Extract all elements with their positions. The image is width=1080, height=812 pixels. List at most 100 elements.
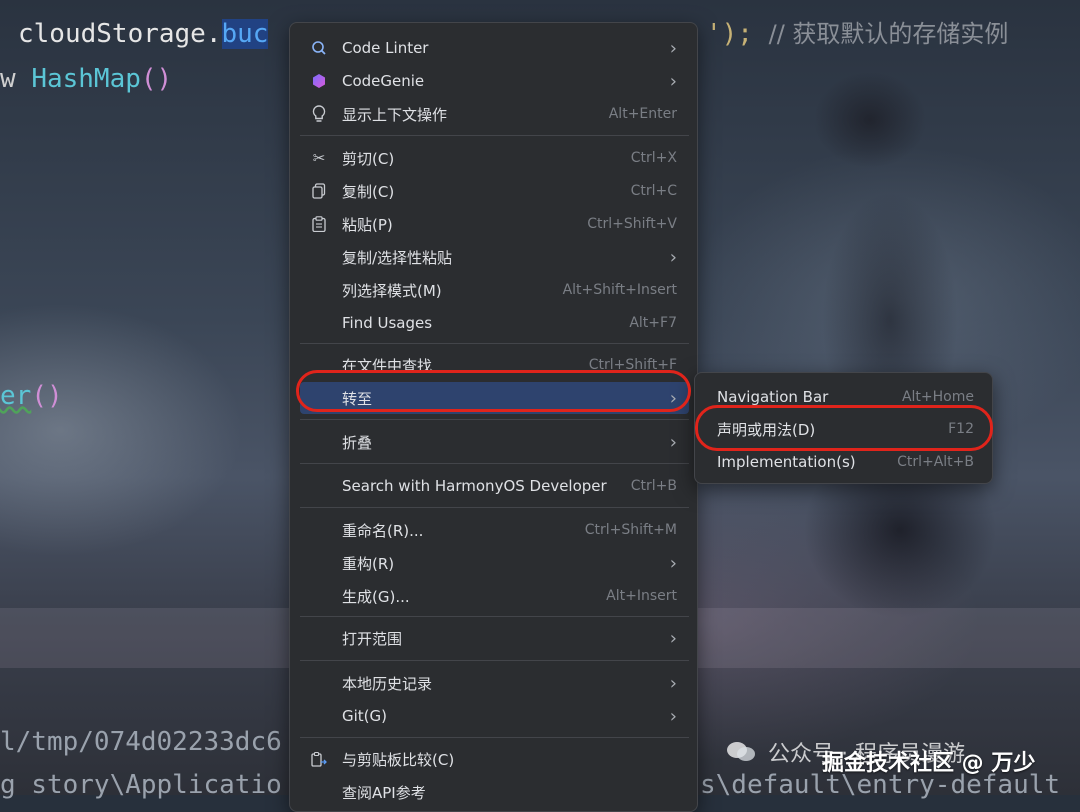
menu-separator <box>300 463 689 464</box>
menu-item-git[interactable]: Git(G) › <box>300 700 689 732</box>
menu-shortcut: Ctrl+Shift+M <box>584 522 677 538</box>
menu-item-find-in-files[interactable]: 在文件中查找 Ctrl+Shift+F <box>300 349 689 381</box>
menu-label: 查阅API参考 <box>342 783 426 802</box>
menu-label: Code Linter <box>342 39 429 57</box>
code-line-1[interactable]: cloudStorage.buc <box>18 19 269 49</box>
menu-label: 列选择模式(M) <box>342 281 442 300</box>
menu-item-code-linter[interactable]: Code Linter › <box>300 32 689 64</box>
code-parens: () <box>31 381 63 411</box>
menu-item-cut[interactable]: ✂ 剪切(C) Ctrl+X <box>300 142 689 174</box>
submenu-item-declaration-or-usages[interactable]: 声明或用法(D) F12 <box>703 413 986 445</box>
lightbulb-icon <box>308 105 330 123</box>
menu-shortcut: Ctrl+Shift+F <box>588 357 677 373</box>
code-keyword: w <box>0 64 16 94</box>
menu-label: Git(G) <box>342 707 387 725</box>
menu-item-column-selection-mode[interactable]: 列选择模式(M) Alt+Shift+Insert <box>300 274 689 306</box>
menu-label: 剪切(C) <box>342 149 395 168</box>
menu-item-open-in[interactable]: 打开范围 › <box>300 622 689 654</box>
menu-label: 折叠 <box>342 433 373 452</box>
code-comment: // 获取默认的存储实例 <box>768 20 1009 48</box>
menu-label: Search with HarmonyOS Developer <box>342 477 607 495</box>
scissors-icon: ✂ <box>312 149 326 167</box>
menu-item-local-history[interactable]: 本地历史记录 › <box>300 667 689 699</box>
copy-icon <box>308 183 330 199</box>
menu-label: 重命名(R)... <box>342 521 424 540</box>
code-class-name: HashMap <box>31 64 141 94</box>
menu-item-copy-paste-special[interactable]: 复制/选择性粘贴 › <box>300 241 689 273</box>
menu-shortcut: Ctrl+Shift+V <box>587 216 677 232</box>
menu-label: 在文件中查找 <box>342 356 433 375</box>
code-object: cloudStorage. <box>18 19 222 49</box>
compare-icon <box>308 751 330 767</box>
submenu-item-navigation-bar[interactable]: Navigation Bar Alt+Home <box>703 381 986 413</box>
menu-shortcut: Alt+Shift+Insert <box>562 282 677 298</box>
menu-item-goto[interactable]: 转至 › <box>300 382 689 414</box>
menu-separator <box>300 660 689 661</box>
menu-item-search-harmonyos[interactable]: Search with HarmonyOS Developer Ctrl+B <box>300 470 689 502</box>
menu-item-paste[interactable]: 粘贴(P) Ctrl+Shift+V <box>300 208 689 240</box>
menu-label: 显示上下文操作 <box>342 105 448 124</box>
menu-item-folding[interactable]: 折叠 › <box>300 426 689 458</box>
menu-item-rename[interactable]: 重命名(R)... Ctrl+Shift+M <box>300 514 689 546</box>
menu-label: 转至 <box>342 389 373 408</box>
menu-label: 复制(C) <box>342 182 395 201</box>
selected-identifier[interactable]: buc <box>221 19 269 49</box>
code-line-1-tail: '); // 获取默认的存储实例 <box>706 19 1008 49</box>
menu-label: 生成(G)... <box>342 587 410 606</box>
menu-shortcut: Alt+Enter <box>608 106 677 122</box>
menu-shortcut: Ctrl+B <box>630 478 677 494</box>
editor-context-menu: Code Linter › CodeGenie › 显示上下文操作 Alt+En… <box>289 22 698 812</box>
code-line-3[interactable]: er() <box>0 381 63 411</box>
menu-label: 本地历史记录 <box>342 674 433 693</box>
menu-item-copy[interactable]: 复制(C) Ctrl+C <box>300 175 689 207</box>
console-path-line: l/tmp/074d02233dc6 <box>0 727 282 757</box>
menu-label: 粘贴(P) <box>342 215 393 234</box>
chevron-right-icon: › <box>669 37 677 59</box>
wechat-icon <box>726 741 756 763</box>
chevron-right-icon: › <box>669 672 677 694</box>
submenu-item-implementations[interactable]: Implementation(s) Ctrl+Alt+B <box>703 446 986 478</box>
chevron-right-icon: › <box>669 246 677 268</box>
menu-separator <box>300 135 689 136</box>
menu-shortcut: Alt+Home <box>901 389 974 405</box>
menu-item-compare-clipboard[interactable]: 与剪贴板比较(C) <box>300 743 689 775</box>
menu-label: CodeGenie <box>342 72 425 90</box>
menu-label: 复制/选择性粘贴 <box>342 248 453 267</box>
menu-separator <box>300 616 689 617</box>
menu-label: Navigation Bar <box>717 388 829 406</box>
menu-shortcut: Ctrl+Alt+B <box>897 454 974 470</box>
menu-separator <box>300 343 689 344</box>
menu-label: Implementation(s) <box>717 453 856 471</box>
code-parens: () <box>140 64 173 94</box>
chevron-right-icon: › <box>669 431 677 453</box>
menu-shortcut: Alt+Insert <box>606 588 677 604</box>
menu-label: 重构(R) <box>342 554 395 573</box>
menu-shortcut: Alt+F7 <box>629 315 677 331</box>
codegenie-icon <box>308 73 330 89</box>
menu-label: 与剪贴板比较(C) <box>342 750 455 769</box>
chevron-right-icon: › <box>669 705 677 727</box>
code-function-call: er <box>0 381 32 411</box>
juejin-watermark: 掘金技术社区 @ 万少 <box>822 751 1036 776</box>
paste-icon <box>308 216 330 232</box>
menu-item-find-usages[interactable]: Find Usages Alt+F7 <box>300 307 689 339</box>
menu-separator <box>300 737 689 738</box>
code-line-2[interactable]: w HashMap() <box>0 64 172 94</box>
menu-item-show-context-actions[interactable]: 显示上下文操作 Alt+Enter <box>300 98 689 130</box>
menu-shortcut: F12 <box>948 421 974 437</box>
menu-shortcut: Ctrl+X <box>630 150 677 166</box>
menu-shortcut: Ctrl+C <box>630 183 677 199</box>
menu-item-codegenie[interactable]: CodeGenie › <box>300 65 689 97</box>
menu-separator <box>300 419 689 420</box>
menu-label: 声明或用法(D) <box>717 420 816 439</box>
goto-submenu: Navigation Bar Alt+Home 声明或用法(D) F12 Imp… <box>694 372 993 484</box>
chevron-right-icon: › <box>669 552 677 574</box>
console-line-left: g story\Applicatio <box>0 770 282 800</box>
code-string-end: '); <box>706 19 753 49</box>
menu-item-api-reference[interactable]: 查阅API参考 <box>300 776 689 808</box>
menu-label: Find Usages <box>342 314 433 332</box>
menu-item-generate[interactable]: 生成(G)... Alt+Insert <box>300 580 689 612</box>
menu-label: 打开范围 <box>342 629 403 648</box>
code-linter-icon <box>308 40 330 56</box>
menu-item-refactor[interactable]: 重构(R) › <box>300 547 689 579</box>
